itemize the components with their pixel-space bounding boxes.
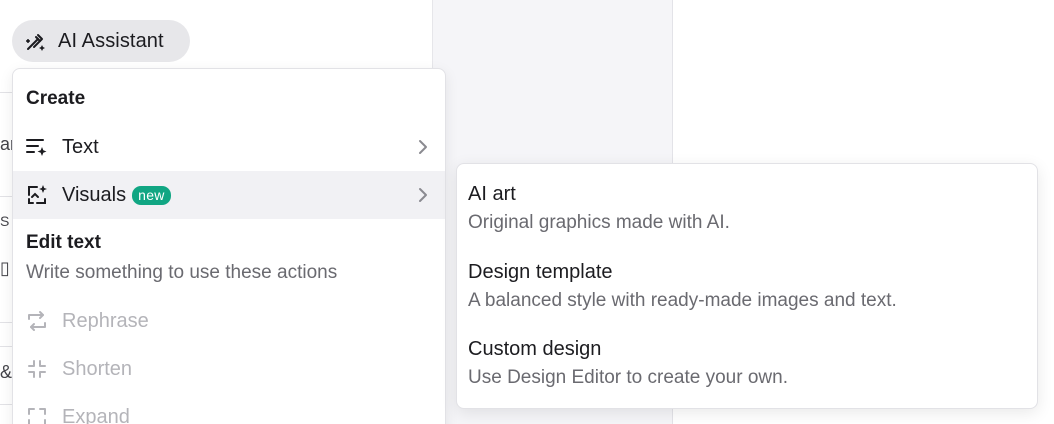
divider bbox=[0, 404, 12, 405]
ai-assistant-label: AI Assistant bbox=[58, 29, 164, 52]
create-section-title: Create bbox=[26, 88, 86, 109]
visuals-submenu: AI art Original graphics made with AI. D… bbox=[456, 163, 1038, 409]
new-badge: new bbox=[132, 185, 171, 205]
text-sparkle-icon bbox=[26, 139, 47, 156]
chevron-right-icon bbox=[419, 140, 427, 154]
submenu-option-ai-art[interactable]: AI art Original graphics made with AI. bbox=[457, 180, 1037, 237]
rephrase-icon bbox=[28, 311, 46, 331]
edit-text-description: Write something to use these actions bbox=[26, 262, 338, 283]
expand-icon bbox=[28, 408, 46, 424]
shorten-icon bbox=[28, 360, 46, 378]
magic-pen-icon bbox=[26, 34, 45, 51]
menu-item-rephrase-label: Rephrase bbox=[62, 309, 149, 332]
chevron-right-icon bbox=[419, 188, 427, 202]
app-canvas: ar S ▯ & AI Assistant Create Text Visual… bbox=[0, 0, 1054, 424]
divider bbox=[0, 92, 12, 93]
option-description: Original graphics made with AI. bbox=[468, 212, 730, 233]
clipped-label: S bbox=[0, 213, 10, 229]
menu-item-rephrase[interactable]: Rephrase bbox=[13, 297, 445, 345]
menu-item-expand[interactable]: Expand bbox=[13, 393, 445, 424]
menu-item-visuals[interactable]: Visuals new bbox=[13, 171, 445, 219]
option-title: Design template bbox=[468, 261, 613, 283]
option-title: AI art bbox=[468, 183, 516, 205]
menu-item-shorten[interactable]: Shorten bbox=[13, 345, 445, 393]
divider bbox=[0, 196, 12, 197]
option-description: A balanced style with ready-made images … bbox=[468, 290, 897, 311]
menu-item-shorten-label: Shorten bbox=[62, 357, 133, 380]
menu-item-expand-label: Expand bbox=[62, 405, 130, 424]
option-description: Use Design Editor to create your own. bbox=[468, 367, 788, 388]
divider bbox=[0, 322, 12, 323]
ai-assistant-button[interactable]: AI Assistant bbox=[12, 20, 190, 62]
menu-item-text[interactable]: Text bbox=[13, 123, 445, 171]
ai-assistant-menu: Create Text Visuals new Edit text Write … bbox=[12, 68, 446, 424]
edit-text-section-title: Edit text bbox=[26, 232, 101, 253]
divider bbox=[0, 346, 12, 347]
menu-item-visuals-label: Visuals bbox=[62, 183, 127, 206]
clipped-icon: & bbox=[0, 362, 13, 382]
submenu-option-design-template[interactable]: Design template A balanced style with re… bbox=[457, 258, 1037, 315]
visual-sparkle-icon bbox=[28, 185, 47, 204]
menu-item-text-label: Text bbox=[62, 135, 99, 158]
submenu-option-custom-design[interactable]: Custom design Use Design Editor to creat… bbox=[457, 335, 1037, 392]
option-title: Custom design bbox=[468, 338, 602, 360]
clipped-icon: ▯ bbox=[0, 258, 10, 278]
